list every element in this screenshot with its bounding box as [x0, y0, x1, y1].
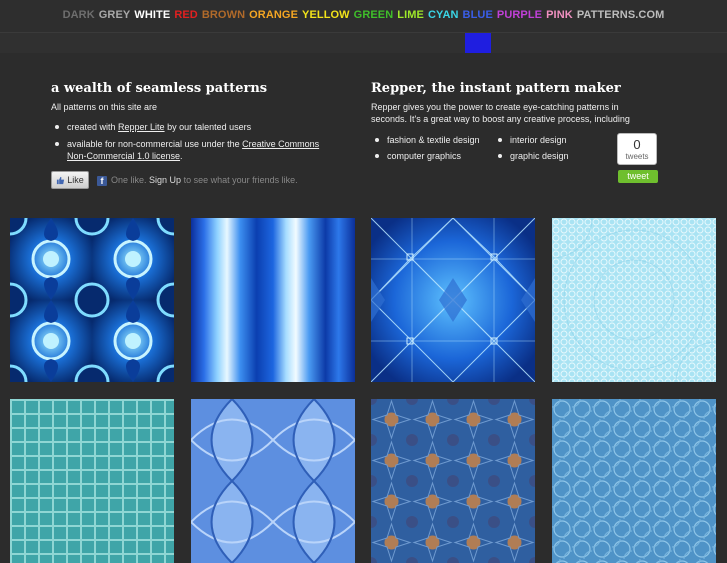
like-button[interactable]: Like — [51, 171, 89, 189]
pattern-tile[interactable] — [10, 218, 174, 382]
section-title: a wealth of seamless patterns — [51, 81, 268, 96]
blue-swatch[interactable] — [465, 33, 491, 53]
pattern-tile[interactable] — [191, 399, 355, 563]
intro-text: Repper gives you the power to create eye… — [371, 102, 630, 124]
nav-item-orange[interactable]: ORANGE — [249, 9, 298, 21]
pattern-tile[interactable] — [191, 218, 355, 382]
section-title: Repper, the instant pattern maker — [371, 81, 621, 96]
nav-item-red[interactable]: RED — [174, 9, 198, 21]
pattern-tile[interactable] — [10, 399, 174, 563]
facebook-like-text: One like. Sign Up to see what your frien… — [111, 175, 298, 185]
intro-section: a wealth of seamless patterns All patter… — [51, 80, 341, 167]
nav-item-pink[interactable]: PINK — [546, 9, 573, 21]
feature-list: created with Repper Lite by our talented… — [51, 121, 341, 162]
nav-item-blue[interactable]: BLUE — [463, 9, 493, 21]
nav-item-dark[interactable]: DARK — [63, 9, 95, 21]
intro-text: All patterns on this site are — [51, 102, 158, 112]
pattern-tile[interactable] — [552, 399, 716, 563]
nav-item-cyan[interactable]: CYAN — [428, 9, 459, 21]
list-item: interior design — [494, 134, 567, 146]
pattern-tile[interactable] — [371, 399, 535, 563]
tweet-count: 0 tweets — [617, 133, 657, 165]
list-item: graphic design — [494, 150, 569, 162]
nav-item-yellow[interactable]: YELLOW — [302, 9, 350, 21]
signup-link[interactable]: Sign Up — [149, 175, 181, 185]
pattern-stripe — [0, 33, 727, 53]
list-item: created with Repper Lite by our talented… — [51, 121, 341, 133]
thumbs-up-icon — [57, 176, 65, 184]
nav-item-lime[interactable]: LIME — [397, 9, 424, 21]
list-item: fashion & textile design — [371, 134, 480, 146]
top-bar: DARK GREY WHITE RED BROWN ORANGE YELLOW GREEN LI… — [0, 0, 727, 33]
facebook-icon: f — [97, 176, 107, 186]
repper-section: Repper, the instant pattern maker Repper… — [371, 80, 631, 125]
nav-item-patterns-com[interactable]: PATTERNS.COM — [577, 9, 665, 21]
tweet-button[interactable]: tweet — [618, 170, 658, 183]
list-item: computer graphics — [371, 150, 461, 162]
pattern-tile[interactable] — [371, 218, 535, 382]
nav-item-purple[interactable]: PURPLE — [497, 9, 542, 21]
nav-item-grey[interactable]: GREY — [99, 9, 131, 21]
pattern-tile[interactable] — [552, 218, 716, 382]
repper-lite-link[interactable]: Repper Lite — [118, 122, 165, 132]
nav-item-white[interactable]: WHITE — [134, 9, 170, 21]
nav-item-brown[interactable]: BROWN — [202, 9, 245, 21]
color-nav: DARK GREY WHITE RED BROWN ORANGE YELLOW GREEN LI… — [0, 9, 727, 21]
list-item: available for non-commercial use under t… — [51, 138, 341, 162]
nav-item-green[interactable]: GREEN — [354, 9, 394, 21]
